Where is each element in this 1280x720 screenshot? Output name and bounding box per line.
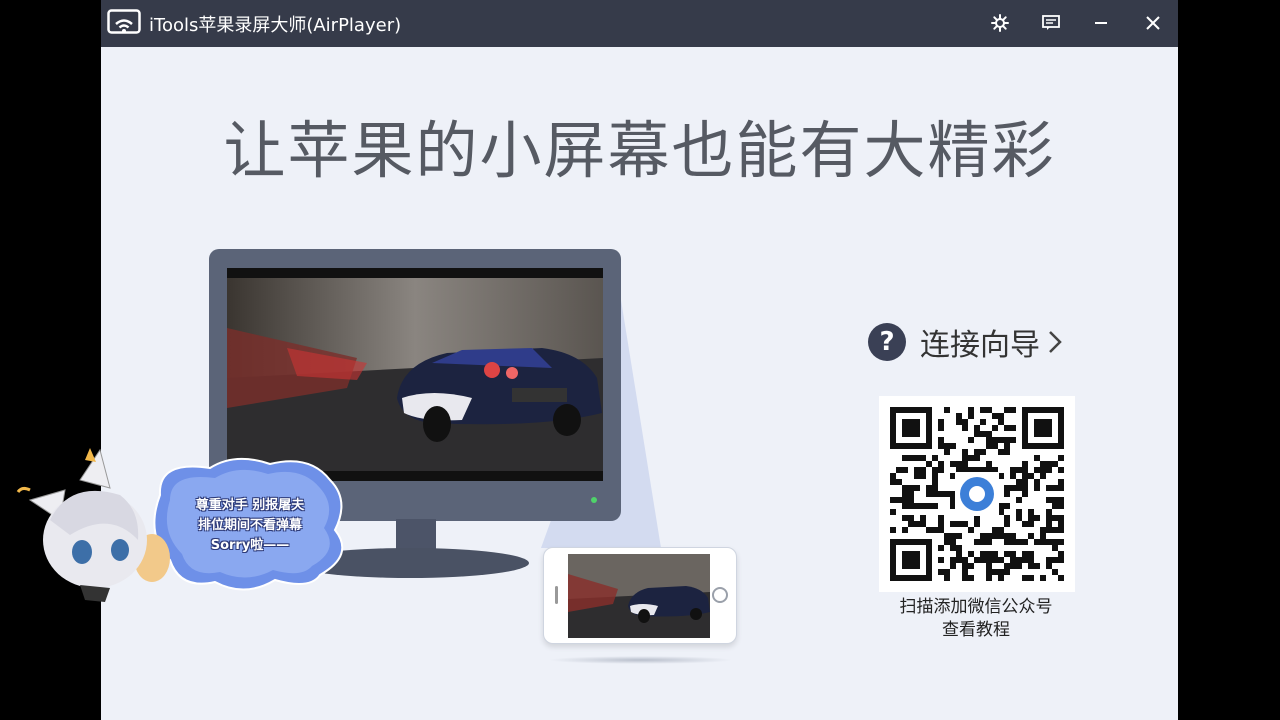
qr-caption-line2: 查看教程 [942,620,1010,640]
power-led [591,497,597,503]
wechat-qr-code [879,396,1075,592]
help-icon: ? [868,323,906,361]
phone-shadow [548,656,733,664]
qr-code-image [890,407,1064,581]
racing-car-thumbnail [568,554,710,638]
phone-illustration [543,547,737,644]
qr-caption: 扫描添加微信公众号 查看教程 [871,596,1081,642]
phone-screen-image [568,554,710,638]
connection-guide-label: 连接向导 [920,328,1040,363]
bubble-line-1: 尊重对手 别报屠夫 [195,498,305,513]
connection-guide-link[interactable]: ? 连接向导 [868,322,1062,363]
bubble-line-3: Sorry啦—— [210,538,290,553]
phone-speaker [555,586,558,604]
mascot-speech-bubble: 尊重对手 别报屠夫 排位期间不看弹幕 Sorry啦—— [155,496,345,556]
chevron-right-icon [1049,331,1062,353]
phone-home-button [712,587,728,603]
bubble-line-2: 排位期间不看弹幕 [197,518,302,533]
qr-caption-line1: 扫描添加微信公众号 [899,597,1053,617]
app-window: iTools苹果录屏大师(AirPlayer) 让苹果的小屏幕也能有大精彩 ? … [101,0,1178,720]
